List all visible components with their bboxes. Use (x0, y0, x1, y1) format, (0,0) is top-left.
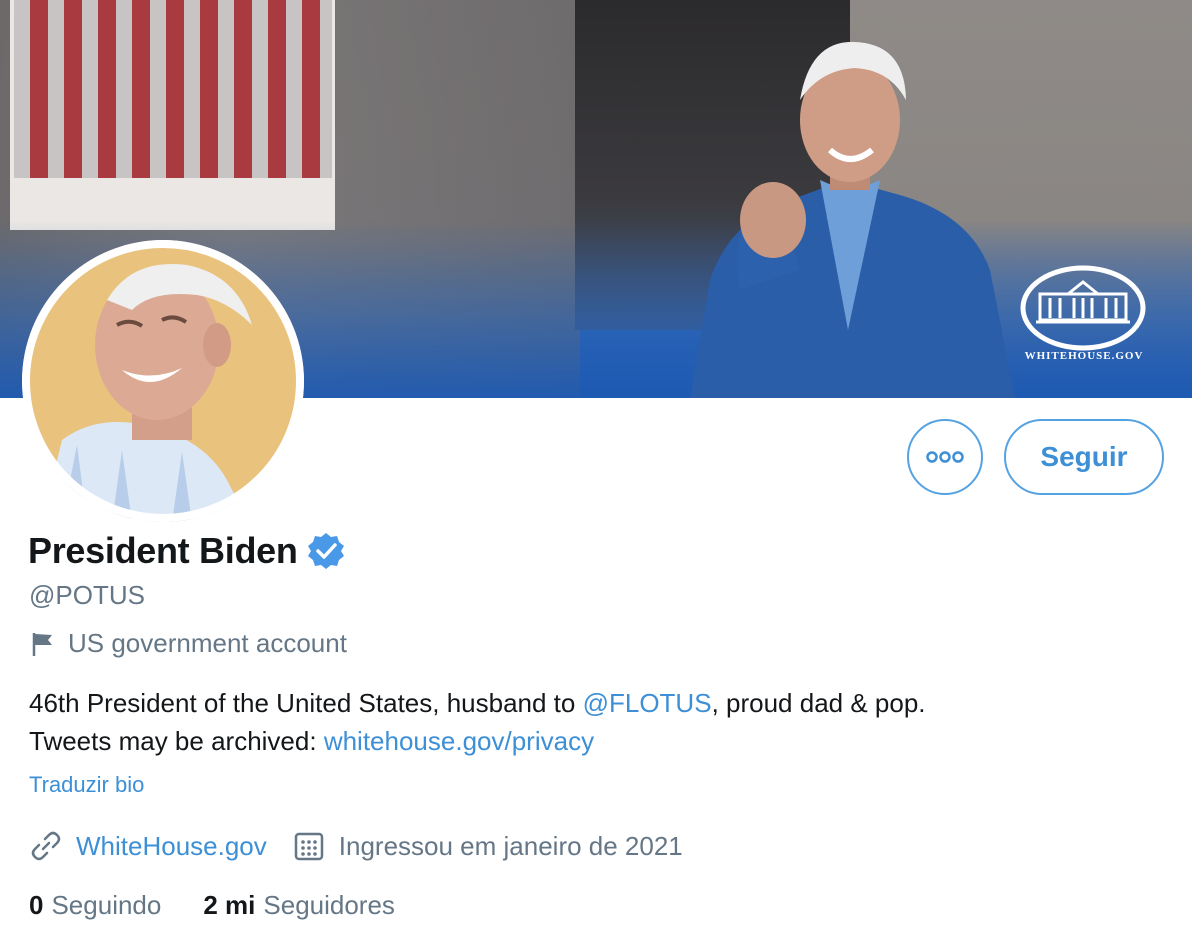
more-options-button[interactable] (907, 419, 983, 495)
bio-privacy-link[interactable]: whitehouse.gov/privacy (324, 726, 594, 756)
profile-name-row: President Biden (28, 530, 346, 572)
account-label-text: US government account (68, 628, 347, 658)
follow-button[interactable]: Seguir (1004, 419, 1164, 495)
bio-text: , proud dad & pop. (711, 688, 926, 718)
flag-icon (32, 632, 52, 656)
followers-stat[interactable]: 2 mi Seguidores (203, 890, 395, 921)
profile-page: WHITEHOUSE.GOV Seguir President Biden @P… (0, 0, 1192, 930)
join-date: Ingressou em janeiro de 2021 (338, 830, 683, 861)
bio-text: Tweets may be archived: (29, 726, 324, 756)
profile-stats: 0 Seguindo 2 mi Seguidores (29, 890, 395, 921)
calendar-icon (294, 832, 324, 861)
profile-name: President Biden (28, 530, 298, 571)
bio-mention-link[interactable]: @FLOTUS (583, 688, 712, 718)
following-count: 0 (29, 890, 44, 920)
banner-person-figure (690, 41, 1015, 398)
website-link[interactable]: WhiteHouse.gov (76, 831, 267, 862)
followers-count: 2 mi (203, 890, 256, 920)
link-icon (31, 831, 61, 861)
bio-text: 46th President of the United States, hus… (29, 688, 583, 718)
more-dots-icon (926, 451, 964, 463)
banner-flag (10, 0, 335, 230)
following-stat[interactable]: 0 Seguindo (29, 890, 161, 921)
translate-bio-link[interactable]: Traduzir bio (29, 772, 144, 798)
profile-meta: WhiteHouse.gov Ingressou em janeiro de 2… (30, 830, 683, 862)
verified-badge-icon (307, 533, 344, 569)
whitehouse-watermark: WHITEHOUSE.GOV (1024, 350, 1144, 362)
profile-avatar[interactable] (22, 240, 304, 522)
profile-bio: 46th President of the United States, hus… (29, 684, 1159, 760)
profile-handle: @POTUS (29, 580, 145, 610)
followers-label: Seguidores (263, 890, 395, 920)
account-label: US government account (30, 628, 347, 659)
following-label: Seguindo (51, 890, 162, 920)
